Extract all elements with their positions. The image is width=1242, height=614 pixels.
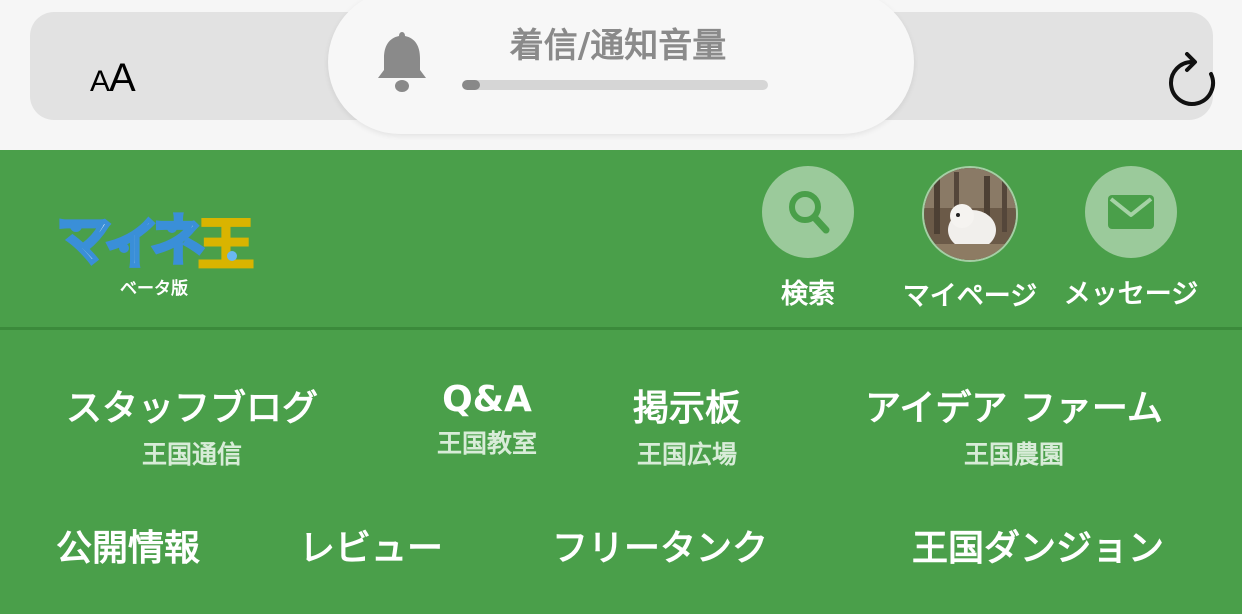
envelope-icon [1108,195,1154,229]
svg-text:王: 王 [198,213,254,278]
nav-label: レビュー [298,528,443,569]
avatar-photo [924,168,1016,260]
nav-label: 掲示板 [632,388,741,429]
nav-label: スタッフブログ [65,388,318,429]
logo-subtitle: ベータ版 [120,279,188,299]
main-nav: スタッフブログ 王国通信 Q&A 王国教室 掲示板 王国広場 アイデア ファーム… [0,333,1242,614]
search-button[interactable]: 検索 [738,166,878,311]
reload-icon[interactable] [1167,52,1219,108]
nav-item-dungeon[interactable]: 王国ダンジョン [900,519,1176,571]
nav-item-staff-blog[interactable]: スタッフブログ 王国通信 [52,379,332,471]
volume-title: 着信/通知音量 [509,26,727,66]
nav-item-public-info[interactable]: 公開情報 [48,519,208,571]
nav-sublabel: 王国通信 [141,440,242,469]
message-label: メッセージ [1063,279,1199,310]
site-header: マ イ ネ 王 ベータ版 検索 マイページ メッセージ [0,150,1242,330]
bell-icon [378,32,426,92]
nav-item-review[interactable]: レビュー [290,519,452,571]
mypage-button[interactable]: マイページ [900,166,1040,313]
nav-label: フリータンク [551,528,768,569]
text-size-button[interactable]: AA [90,56,136,101]
volume-level [462,80,481,90]
nav-sublabel: 王国農園 [963,440,1064,469]
mypage-label: マイページ [902,281,1038,312]
nav-sublabel: 王国教室 [436,429,537,458]
nav-label: アイデア ファーム [865,388,1163,429]
search-circle [762,166,854,258]
nav-label: 公開情報 [55,528,200,569]
nav-label: Q&A [442,379,532,420]
message-button[interactable]: メッセージ [1061,166,1201,311]
nav-label: 王国ダンジョン [911,528,1164,569]
volume-track [462,80,768,90]
nav-item-board[interactable]: 掲示板 王国広場 [612,379,762,471]
search-label: 検索 [781,279,835,310]
nav-item-idea-farm[interactable]: アイデア ファーム 王国農園 [852,379,1176,471]
avatar [922,166,1018,262]
message-circle [1085,166,1177,258]
nav-item-qa[interactable]: Q&A 王国教室 [417,379,557,460]
nav-sublabel: 王国広場 [636,440,737,469]
nav-item-free-tank[interactable]: フリータンク [544,519,776,571]
volume-indicator: 着信/通知音量 [328,0,914,134]
search-icon [789,191,830,234]
